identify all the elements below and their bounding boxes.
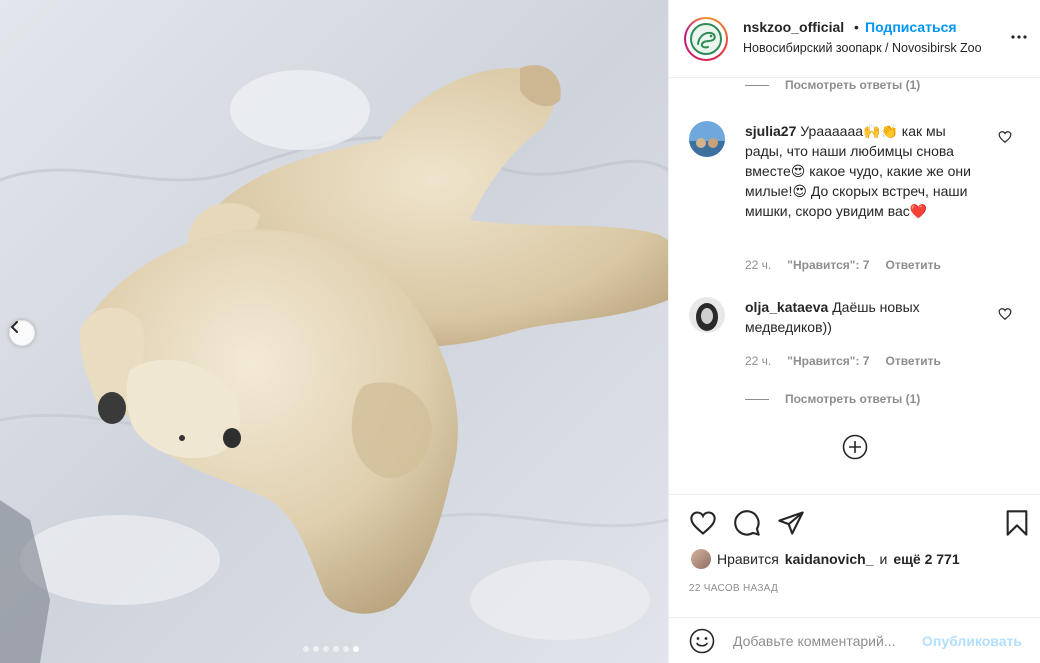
separator-dot: • (854, 19, 859, 35)
chevron-left-icon (10, 321, 18, 333)
replies-line (745, 398, 769, 400)
comment-time: 22 ч. (745, 354, 772, 368)
heart-icon[interactable] (998, 307, 1012, 321)
carousel-indicator (303, 646, 359, 652)
user-photo-icon (689, 121, 725, 157)
follow-button[interactable]: Подписаться (865, 19, 957, 35)
location-link[interactable]: Новосибирский зоопарк / Novosibirsk Zoo (743, 41, 982, 55)
post-header: nskzoo_official • Подписаться Новосибирс… (669, 0, 1040, 78)
liker-avatar[interactable] (691, 549, 711, 569)
zoo-logo-icon (690, 23, 722, 55)
liked-by-middle: и (879, 551, 888, 567)
comment-likes-link[interactable]: "Нравится": 7 (787, 258, 869, 272)
user-photo-icon (689, 297, 725, 333)
comment-time: 22 ч. (745, 258, 772, 272)
reply-button[interactable]: Ответить (885, 258, 940, 272)
like-heart-icon[interactable] (689, 509, 717, 537)
author-avatar[interactable] (684, 17, 728, 61)
view-replies-label: Посмотреть ответы (1) (785, 78, 921, 92)
comment-likes-link[interactable]: "Нравится": 7 (787, 354, 869, 368)
view-replies-button[interactable]: Посмотреть ответы (1) (745, 78, 920, 92)
comments-list: Посмотреть ответы (1) sjulia27 Ураааааа🙌… (669, 78, 1040, 494)
carousel-dot (313, 646, 319, 652)
more-horizontal-icon[interactable] (1009, 27, 1029, 47)
comment-text: olja_kataeva Даёшь новых медведиков)) (745, 297, 985, 337)
liked-by-prefix: Нравится (717, 551, 779, 567)
liker-username-link[interactable]: kaidanovich_ (785, 551, 874, 567)
replies-line (745, 84, 769, 86)
instagram-post-view: nskzoo_official • Подписаться Новосибирс… (0, 0, 1040, 663)
carousel-dot (303, 646, 309, 652)
bookmark-icon[interactable] (1003, 509, 1031, 537)
comment-avatar[interactable] (689, 121, 725, 157)
author-username-link[interactable]: nskzoo_official (743, 19, 844, 35)
comment-username-link[interactable]: sjulia27 (745, 123, 796, 139)
comment-meta: 22 ч. "Нравится": 7 Ответить (745, 354, 941, 368)
comment-meta: 22 ч. "Нравится": 7 Ответить (745, 258, 941, 272)
share-send-icon[interactable] (777, 509, 805, 537)
comment-text: sjulia27 Ураааааа🙌👏 как мы рады, что наш… (745, 121, 985, 221)
post-actions: Нравится kaidanovich_ и ещё 2 771 22 ЧАС… (669, 494, 1040, 663)
view-replies-label: Посмотреть ответы (1) (785, 392, 921, 406)
liked-by-line: Нравится kaidanovich_ и ещё 2 771 (691, 549, 960, 569)
publish-button[interactable]: Опубликовать (922, 633, 1022, 649)
comment-input[interactable] (733, 629, 923, 653)
comment-avatar[interactable] (689, 297, 725, 333)
carousel-dot (343, 646, 349, 652)
emoji-icon[interactable] (689, 628, 715, 654)
comment-username-link[interactable]: olja_kataeva (745, 299, 828, 315)
load-more-comments-icon[interactable] (842, 434, 868, 460)
carousel-dot (333, 646, 339, 652)
carousel-prev-button[interactable] (9, 320, 35, 346)
post-side-panel: nskzoo_official • Подписаться Новосибирс… (668, 0, 1040, 663)
reply-button[interactable]: Ответить (885, 354, 940, 368)
comment-bubble-icon[interactable] (733, 509, 761, 537)
post-timestamp: 22 ЧАСОВ НАЗАД (689, 583, 779, 594)
view-replies-button[interactable]: Посмотреть ответы (1) (745, 392, 920, 406)
carousel-dot-active (353, 646, 359, 652)
avatar-inner (686, 19, 726, 59)
post-photo[interactable] (0, 0, 668, 663)
polar-bears-image (0, 0, 668, 663)
carousel-dot (323, 646, 329, 652)
likes-count-link[interactable]: ещё 2 771 (893, 551, 959, 567)
add-comment-bar: Опубликовать (669, 617, 1040, 663)
heart-icon[interactable] (998, 130, 1012, 144)
